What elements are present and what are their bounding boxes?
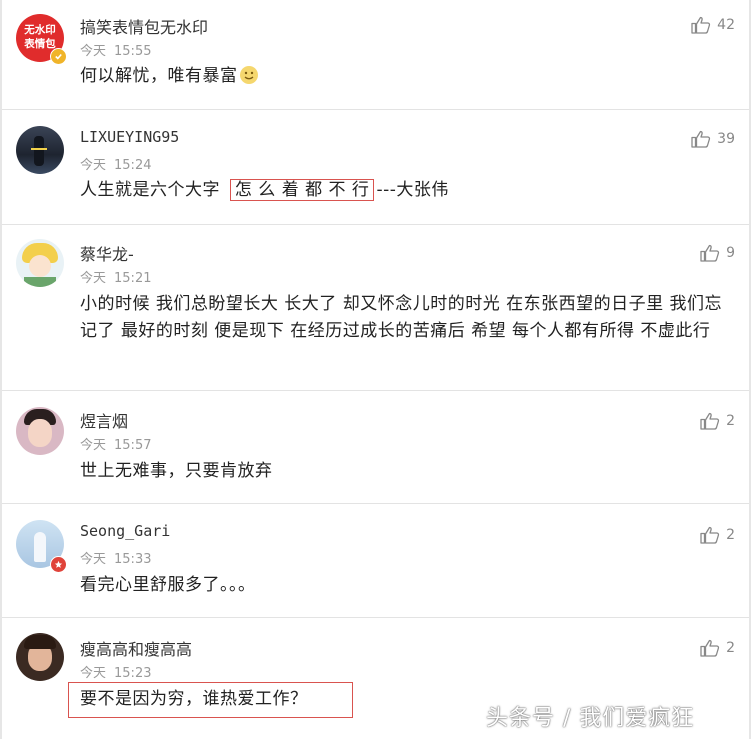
thumbs-up-icon xyxy=(691,16,711,34)
comment-username[interactable]: LIXUEYING95 xyxy=(80,128,179,146)
comment-timestamp: 今天 15:21 xyxy=(80,267,151,286)
timestamp-day: 今天 xyxy=(80,158,107,173)
comment-item: 无水印 表情包 搞笑表情包无水印 今天 15:55 何以解忧，唯有暴富 42 xyxy=(0,0,751,110)
timestamp-day: 今天 xyxy=(80,271,107,286)
comment-timestamp: 今天 15:55 xyxy=(80,40,151,59)
avatar-face xyxy=(29,255,51,277)
timestamp-time: 15:55 xyxy=(114,44,152,59)
timestamp-time: 15:24 xyxy=(114,158,152,173)
avatar-hair xyxy=(24,635,56,649)
comment-item: 煜言烟 今天 15:57 世上无难事，只要肯放弃 2 xyxy=(0,391,751,503)
comment-username[interactable]: 蔡华龙- xyxy=(80,241,134,265)
timestamp-time: 15:23 xyxy=(114,666,152,681)
like-count: 42 xyxy=(717,17,735,33)
comment-text-content: 何以解忧，唯有暴富 xyxy=(80,66,238,86)
like-count: 9 xyxy=(726,245,735,261)
comment-username[interactable]: 搞笑表情包无水印 xyxy=(80,14,208,38)
comment-text: 小的时候 我们总盼望长大 长大了 却又怀念儿时的时光 在东张西望的日子里 我们忘… xyxy=(80,294,723,341)
comment-text-after: ---大张伟 xyxy=(376,180,449,200)
highlight-box: 怎 么 着 都 不 行 xyxy=(229,179,375,201)
timestamp-time: 15:57 xyxy=(114,438,152,453)
comment-username[interactable]: Seong_Gari xyxy=(80,522,170,540)
avatar-face xyxy=(28,419,52,447)
avatar[interactable] xyxy=(16,633,64,681)
watermark: 头条号 / 我们爱疯狂 xyxy=(486,706,695,731)
like-count: 2 xyxy=(726,640,735,656)
comment-item: Seong_Gari 今天 15:33 看完心里舒服多了。。。 2 xyxy=(0,504,751,617)
like-count: 2 xyxy=(726,527,735,543)
comment-text: 人生就是六个大字 怎 么 着 都 不 行 ---大张伟 xyxy=(80,177,740,204)
thumbs-up-icon xyxy=(691,130,711,148)
comment-item: LIXUEYING95 今天 15:24 人生就是六个大字 怎 么 着 都 不 行… xyxy=(0,110,751,224)
red-badge-icon xyxy=(50,556,67,573)
comment-timestamp: 今天 15:24 xyxy=(80,154,151,173)
avatar-logo-text: 无水印 表情包 xyxy=(16,23,64,51)
smile-emoji-icon xyxy=(239,66,258,84)
avatar-text-line-1: 无水印 xyxy=(24,24,56,36)
avatar-figure xyxy=(34,532,46,562)
comment-timestamp: 今天 15:23 xyxy=(80,662,151,681)
like-count: 2 xyxy=(726,413,735,429)
thumbs-up-icon xyxy=(700,244,720,262)
timestamp-time: 15:21 xyxy=(114,271,152,286)
verified-badge-icon xyxy=(50,48,67,65)
timestamp-day: 今天 xyxy=(80,438,107,453)
like-button[interactable]: 39 xyxy=(691,130,735,148)
like-button[interactable]: 2 xyxy=(700,526,735,544)
comment-timestamp: 今天 15:57 xyxy=(80,434,151,453)
avatar[interactable] xyxy=(16,126,64,174)
comment-username[interactable]: 瘦高高和瘦高高 xyxy=(80,636,192,660)
like-count: 39 xyxy=(717,131,735,147)
comment-text: 世上无难事，只要肯放弃 xyxy=(80,461,273,481)
thumbs-up-icon xyxy=(700,412,720,430)
like-button[interactable]: 2 xyxy=(700,412,735,430)
avatar-collar xyxy=(24,277,56,287)
timestamp-time: 15:33 xyxy=(114,552,152,567)
like-button[interactable]: 42 xyxy=(691,16,735,34)
timestamp-day: 今天 xyxy=(80,44,107,59)
like-button[interactable]: 2 xyxy=(700,639,735,657)
avatar-light xyxy=(31,148,47,150)
comment-item: 蔡华龙- 今天 15:21 小的时候 我们总盼望长大 长大了 却又怀念儿时的时光 … xyxy=(0,225,751,390)
comment-timestamp: 今天 15:33 xyxy=(80,548,151,567)
comment-username[interactable]: 煜言烟 xyxy=(80,408,128,432)
avatar[interactable] xyxy=(16,407,64,455)
comment-text-before: 人生就是六个大字 xyxy=(80,180,220,200)
timestamp-day: 今天 xyxy=(80,552,107,567)
thumbs-up-icon xyxy=(700,639,720,657)
comment-text: 看完心里舒服多了。。。 xyxy=(80,575,256,595)
avatar-figure xyxy=(34,136,44,166)
timestamp-day: 今天 xyxy=(80,666,107,681)
like-button[interactable]: 9 xyxy=(700,244,735,262)
comment-text: 何以解忧，唯有暴富 xyxy=(80,63,740,90)
avatar[interactable] xyxy=(16,239,64,287)
thumbs-up-icon xyxy=(700,526,720,544)
